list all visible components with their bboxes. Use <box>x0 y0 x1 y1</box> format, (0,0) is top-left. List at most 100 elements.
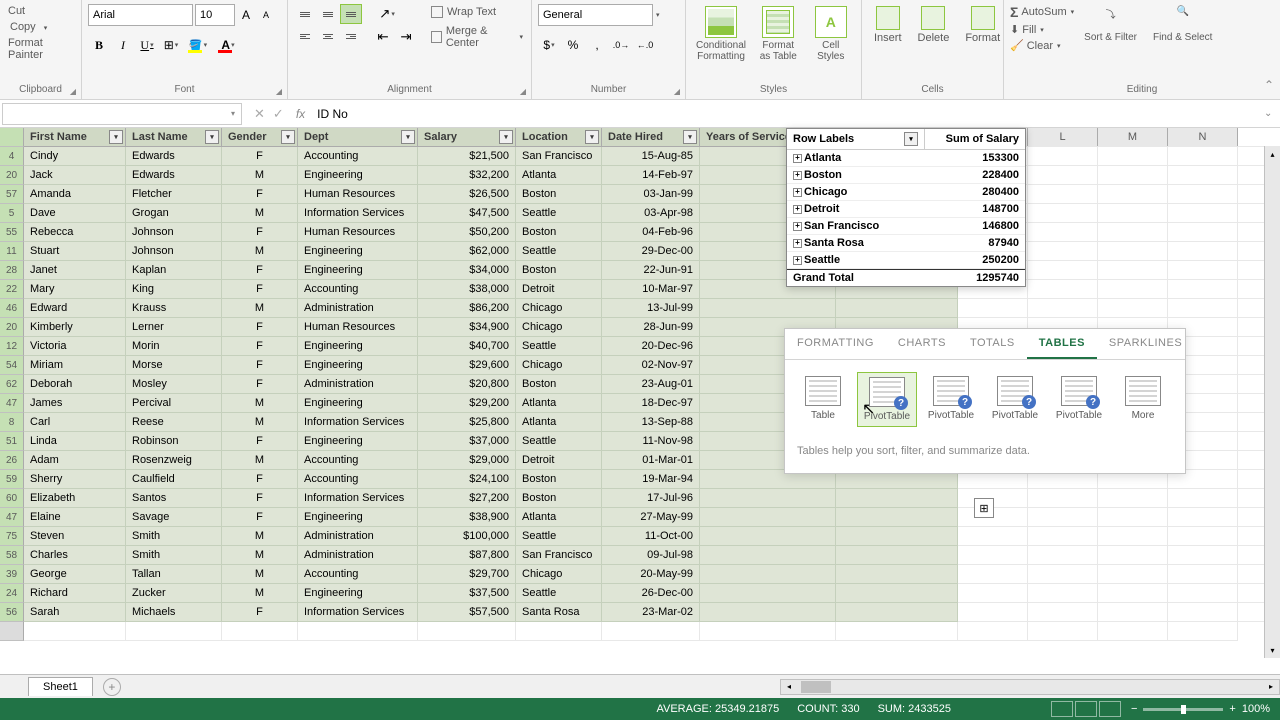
data-cell[interactable]: F <box>222 318 298 337</box>
data-cell[interactable]: Lerner <box>126 318 222 337</box>
row-number[interactable]: 11 <box>0 242 24 261</box>
data-cell[interactable]: Deborah <box>24 375 126 394</box>
row-number[interactable]: 47 <box>0 508 24 527</box>
column-letter[interactable]: M <box>1098 128 1168 146</box>
increase-font-button[interactable]: A <box>237 5 255 25</box>
underline-button[interactable]: U▾ <box>136 34 158 56</box>
data-cell[interactable]: Atlanta <box>516 508 602 527</box>
data-cell[interactable]: Engineering <box>298 432 418 451</box>
decrease-decimal-button[interactable]: ←.0 <box>634 34 656 56</box>
row-number[interactable]: 46 <box>0 299 24 318</box>
data-cell[interactable]: 04-Feb-96 <box>602 223 700 242</box>
data-cell[interactable]: Percival <box>126 394 222 413</box>
row-number[interactable]: 39 <box>0 565 24 584</box>
enter-formula-button[interactable]: ✓ <box>273 106 284 122</box>
formula-input[interactable] <box>311 103 1264 125</box>
data-cell[interactable]: F <box>222 508 298 527</box>
data-cell[interactable]: M <box>222 546 298 565</box>
data-cell[interactable]: Seattle <box>516 527 602 546</box>
data-cell[interactable]: Administration <box>298 546 418 565</box>
data-cell[interactable]: Mary <box>24 280 126 299</box>
data-cell[interactable]: Dave <box>24 204 126 223</box>
data-cell[interactable]: Santa Rosa <box>516 603 602 622</box>
wrap-text-button[interactable]: Wrap Text <box>429 4 525 20</box>
data-cell[interactable]: 22-Jun-91 <box>602 261 700 280</box>
data-cell[interactable]: F <box>222 147 298 166</box>
data-cell[interactable]: M <box>222 413 298 432</box>
data-cell[interactable] <box>700 508 836 527</box>
data-cell[interactable]: Engineering <box>298 261 418 280</box>
row-number[interactable]: 5 <box>0 204 24 223</box>
data-cell[interactable]: Accounting <box>298 147 418 166</box>
data-cell[interactable]: M <box>222 451 298 470</box>
decrease-font-button[interactable]: A <box>257 5 275 25</box>
data-cell[interactable]: Information Services <box>298 603 418 622</box>
column-header[interactable]: Dept▾ <box>298 128 418 147</box>
format-button[interactable]: Format <box>959 4 1006 46</box>
data-cell[interactable]: $24,100 <box>418 470 516 489</box>
format-painter-button[interactable]: Format Painter <box>6 36 75 62</box>
align-top-button[interactable] <box>294 4 316 24</box>
row-number[interactable]: 55 <box>0 223 24 242</box>
data-cell[interactable]: Caulfield <box>126 470 222 489</box>
row-number[interactable]: 56 <box>0 603 24 622</box>
column-letter[interactable]: N <box>1168 128 1238 146</box>
data-cell[interactable]: Engineering <box>298 242 418 261</box>
data-cell[interactable]: Krauss <box>126 299 222 318</box>
qa-tab-sparklines[interactable]: SPARKLINES <box>1097 329 1194 359</box>
data-cell[interactable]: M <box>222 584 298 603</box>
data-cell[interactable]: $29,000 <box>418 451 516 470</box>
data-cell[interactable]: $34,900 <box>418 318 516 337</box>
qa-tab-tables[interactable]: TABLES <box>1027 329 1097 359</box>
data-cell[interactable]: $86,200 <box>418 299 516 318</box>
data-cell[interactable]: M <box>222 166 298 185</box>
vertical-scrollbar[interactable]: ▴ ▾ <box>1264 146 1280 658</box>
data-cell[interactable]: Information Services <box>298 489 418 508</box>
column-letter[interactable]: L <box>1028 128 1098 146</box>
expand-icon[interactable]: + <box>793 188 802 197</box>
zoom-level[interactable]: 100% <box>1242 703 1270 715</box>
row-number[interactable]: 26 <box>0 451 24 470</box>
data-cell[interactable]: Carl <box>24 413 126 432</box>
clear-button[interactable]: 🧹Clear ▾ <box>1010 39 1074 52</box>
column-header[interactable]: Salary▾ <box>418 128 516 147</box>
qa-tab-charts[interactable]: CHARTS <box>886 329 958 359</box>
data-cell[interactable]: 15-Aug-85 <box>602 147 700 166</box>
data-cell[interactable]: Robinson <box>126 432 222 451</box>
column-header[interactable]: Last Name▾ <box>126 128 222 147</box>
data-cell[interactable]: Detroit <box>516 280 602 299</box>
row-number[interactable]: 58 <box>0 546 24 565</box>
data-cell[interactable]: Information Services <box>298 413 418 432</box>
data-cell[interactable]: F <box>222 185 298 204</box>
data-cell[interactable]: 03-Jan-99 <box>602 185 700 204</box>
data-cell[interactable]: M <box>222 204 298 223</box>
row-number[interactable]: 59 <box>0 470 24 489</box>
data-cell[interactable]: Engineering <box>298 166 418 185</box>
normal-view-button[interactable] <box>1051 701 1073 717</box>
row-number[interactable]: 12 <box>0 337 24 356</box>
data-cell[interactable]: Cindy <box>24 147 126 166</box>
clipboard-dialog-launcher[interactable]: ◢ <box>67 85 79 97</box>
data-cell[interactable]: F <box>222 356 298 375</box>
data-cell[interactable]: Administration <box>298 299 418 318</box>
collapse-ribbon-button[interactable]: ⌃ <box>1264 78 1274 92</box>
qa-option-pivottable[interactable]: PivotTable <box>985 372 1045 427</box>
alignment-dialog-launcher[interactable]: ◢ <box>517 85 529 97</box>
data-cell[interactable]: 01-Mar-01 <box>602 451 700 470</box>
conditional-formatting-button[interactable]: Conditional Formatting <box>692 4 750 64</box>
data-cell[interactable]: 17-Jul-96 <box>602 489 700 508</box>
data-cell[interactable]: F <box>222 375 298 394</box>
data-cell[interactable]: Chicago <box>516 318 602 337</box>
data-cell[interactable]: Edward <box>24 299 126 318</box>
align-center-button[interactable] <box>317 26 339 46</box>
expand-formula-button[interactable]: ⌄ <box>1264 108 1280 119</box>
font-dialog-launcher[interactable]: ◢ <box>273 85 285 97</box>
data-cell[interactable]: Adam <box>24 451 126 470</box>
sheet-tab[interactable]: Sheet1 <box>28 677 93 696</box>
row-number[interactable]: 54 <box>0 356 24 375</box>
data-cell[interactable]: Kaplan <box>126 261 222 280</box>
data-cell[interactable]: 29-Dec-00 <box>602 242 700 261</box>
data-cell[interactable]: 13-Sep-88 <box>602 413 700 432</box>
data-cell[interactable]: Reese <box>126 413 222 432</box>
cancel-formula-button[interactable]: ✕ <box>254 106 265 122</box>
